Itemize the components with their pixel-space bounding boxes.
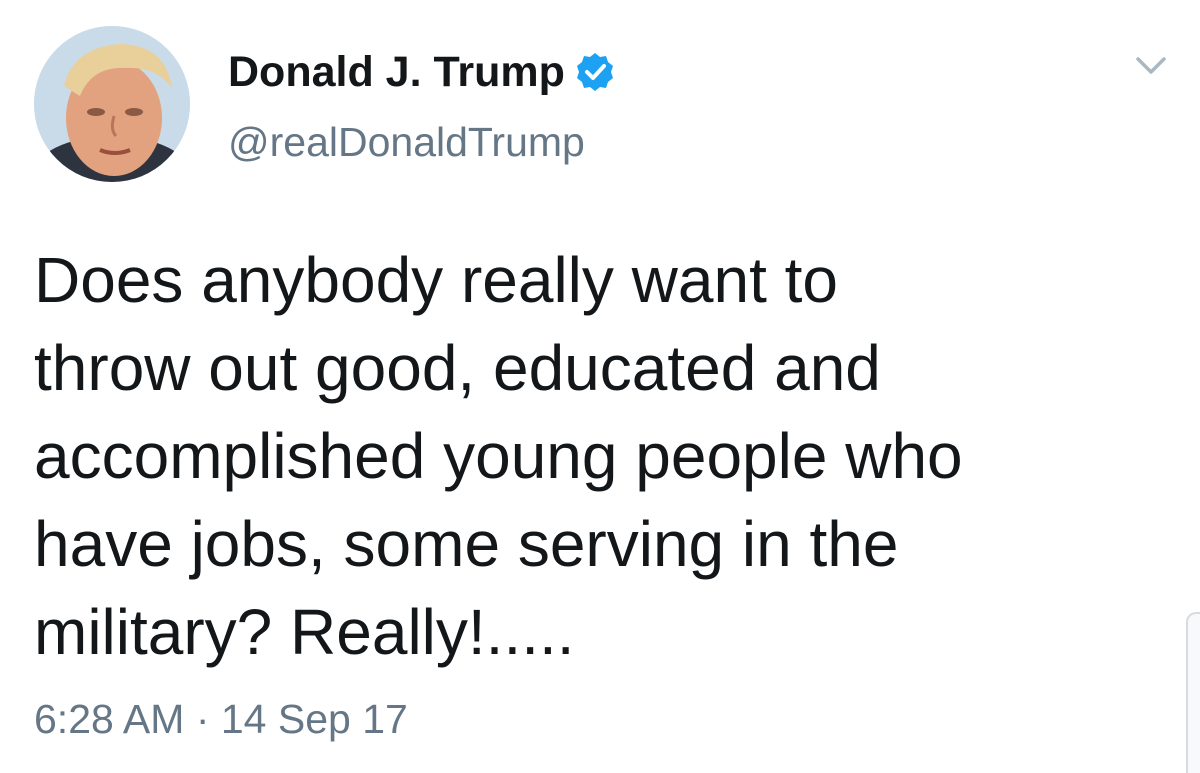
author-handle[interactable]: @realDonaldTrump — [228, 118, 585, 166]
chevron-down-icon[interactable] — [1134, 54, 1168, 78]
author-name-row: Donald J. Trump — [228, 48, 615, 96]
scrollbar-edge[interactable] — [1186, 612, 1200, 773]
verified-badge-icon — [575, 52, 615, 92]
tweet-card: Donald J. Trump @realDonaldTrump Does an… — [0, 0, 1200, 773]
author-display-name[interactable]: Donald J. Trump — [228, 48, 565, 96]
tweet-text: Does anybody really want to throw out go… — [34, 244, 963, 668]
tweet-timestamp[interactable]: 6:28 AM · 14 Sep 17 — [34, 694, 408, 744]
profile-avatar[interactable] — [34, 26, 190, 182]
avatar-image — [34, 26, 190, 182]
